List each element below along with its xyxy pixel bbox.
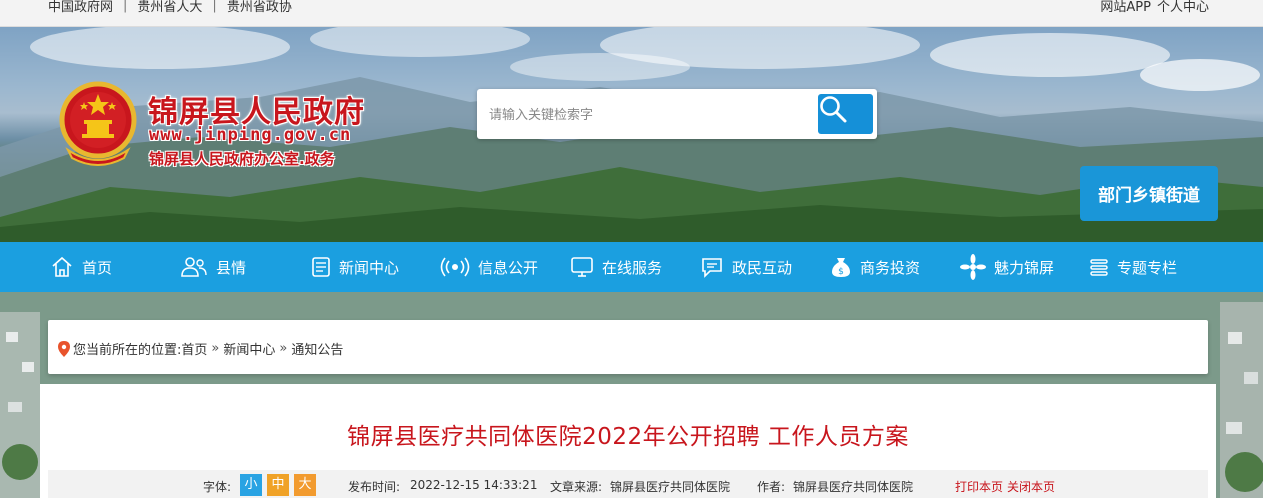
nav-label: 商务投资 xyxy=(860,258,921,277)
stack-icon xyxy=(1090,259,1108,276)
nav-item-info-disclosure[interactable]: 信息公开 xyxy=(440,242,538,292)
breadcrumb-notices[interactable]: 通知公告 xyxy=(291,339,343,358)
article-author: 锦屏县医疗共同体医院 xyxy=(793,480,914,494)
site-url: www.jinping.gov.cn xyxy=(149,125,352,145)
font-size-large-button[interactable]: 大 xyxy=(294,474,316,496)
home-icon xyxy=(52,256,72,277)
nav-item-business-investment[interactable]: $ 商务投资 xyxy=(830,242,920,292)
broadcast-icon xyxy=(440,257,470,277)
breadcrumb: 您当前所在的位置: 首页 » 新闻中心 » 通知公告 xyxy=(48,320,1208,374)
font-size-small-button[interactable]: 小 xyxy=(240,474,262,496)
nav-item-special-column[interactable]: 专题专栏 xyxy=(1089,242,1177,292)
newspaper-icon xyxy=(312,257,330,277)
article-panel: 锦屏县医疗共同体医院2022年公开招聘 工作人员方案 字体: 小 中 大 发布时… xyxy=(40,384,1216,498)
top-right-links: 网站APP 个人中心 xyxy=(1100,0,1209,15)
nav-item-charm-jinping[interactable]: 魅力锦屏 xyxy=(960,242,1054,292)
nav-item-county[interactable]: 县情 xyxy=(180,242,246,292)
header-banner: 锦屏县人民政府 www.jinping.gov.cn 锦屏县人民政府办公室.政务… xyxy=(0,27,1263,242)
flower-icon xyxy=(960,254,986,280)
national-emblem-logo[interactable] xyxy=(58,80,138,166)
print-page-link[interactable]: 打印本页 xyxy=(955,478,1003,495)
money-bag-icon: $ xyxy=(832,258,850,277)
author-label: 作者: xyxy=(757,480,786,494)
location-pin-icon xyxy=(58,340,70,357)
search-box xyxy=(477,89,877,139)
department-township-button[interactable]: 部门乡镇街道 xyxy=(1080,166,1218,221)
breadcrumb-separator: » xyxy=(279,341,288,356)
article-source: 锦屏县医疗共同体医院 xyxy=(610,480,731,494)
link-gz-npc[interactable]: 贵州省人大 xyxy=(137,0,202,15)
breadcrumb-home[interactable]: 首页 xyxy=(181,339,207,358)
search-input[interactable] xyxy=(489,103,809,127)
nav-label: 在线服务 xyxy=(602,258,663,277)
link-gov-cn[interactable]: 中国政府网 xyxy=(48,0,113,15)
link-gz-cppcc[interactable]: 贵州省政协 xyxy=(227,0,292,15)
search-button[interactable] xyxy=(818,94,873,134)
publish-time: 2022-12-15 14:33:21 xyxy=(410,478,538,492)
article-title: 锦屏县医疗共同体医院2022年公开招聘 工作人员方案 xyxy=(347,424,909,450)
breadcrumb-prefix: 您当前所在的位置: xyxy=(73,343,182,358)
breadcrumb-news-center[interactable]: 新闻中心 xyxy=(223,339,275,358)
font-size-medium-button[interactable]: 中 xyxy=(267,474,289,496)
link-personal-center[interactable]: 个人中心 xyxy=(1157,0,1209,15)
nav-label: 信息公开 xyxy=(478,258,539,277)
search-icon xyxy=(820,96,847,123)
top-links: 中国政府网 | 贵州省人大 | 贵州省政协 xyxy=(48,0,292,15)
main-nav: 首页 县情 新闻中心 信息公开 在线服务 政民互动 $ 商务投资 魅力锦屏 专题… xyxy=(0,242,1263,292)
nav-label: 政民互动 xyxy=(732,258,793,277)
top-separator: | xyxy=(123,0,128,13)
nav-label: 专题专栏 xyxy=(1117,258,1178,277)
svg-text:$: $ xyxy=(838,267,844,277)
source-label: 文章来源: xyxy=(550,480,603,494)
emblem-icon xyxy=(59,81,137,166)
nav-item-interaction[interactable]: 政民互动 xyxy=(700,242,792,292)
close-page-link[interactable]: 关闭本页 xyxy=(1007,478,1055,495)
nav-item-news-center[interactable]: 新闻中心 xyxy=(311,242,399,292)
font-size-label: 字体: xyxy=(203,480,232,494)
site-subtitle: 锦屏县人民政府办公室.政务 xyxy=(149,150,335,168)
publish-time-label: 发布时间: xyxy=(348,480,401,494)
breadcrumb-separator: » xyxy=(211,341,220,356)
monitor-icon xyxy=(571,257,593,277)
top-separator: | xyxy=(212,0,217,13)
nav-item-home[interactable]: 首页 xyxy=(50,242,112,292)
nav-label: 首页 xyxy=(82,258,113,277)
article-meta-bar: 字体: 小 中 大 发布时间: 2022-12-15 14:33:21 文章来源… xyxy=(48,470,1208,498)
nav-label: 魅力锦屏 xyxy=(994,258,1055,277)
people-icon xyxy=(181,257,207,277)
chat-icon xyxy=(702,258,722,278)
top-bar: 中国政府网 | 贵州省人大 | 贵州省政协 网站APP 个人中心 xyxy=(0,0,1263,27)
nav-item-online-service[interactable]: 在线服务 xyxy=(570,242,662,292)
nav-label: 县情 xyxy=(216,258,247,277)
nav-label: 新闻中心 xyxy=(339,258,400,277)
link-app[interactable]: 网站APP xyxy=(1100,0,1151,15)
